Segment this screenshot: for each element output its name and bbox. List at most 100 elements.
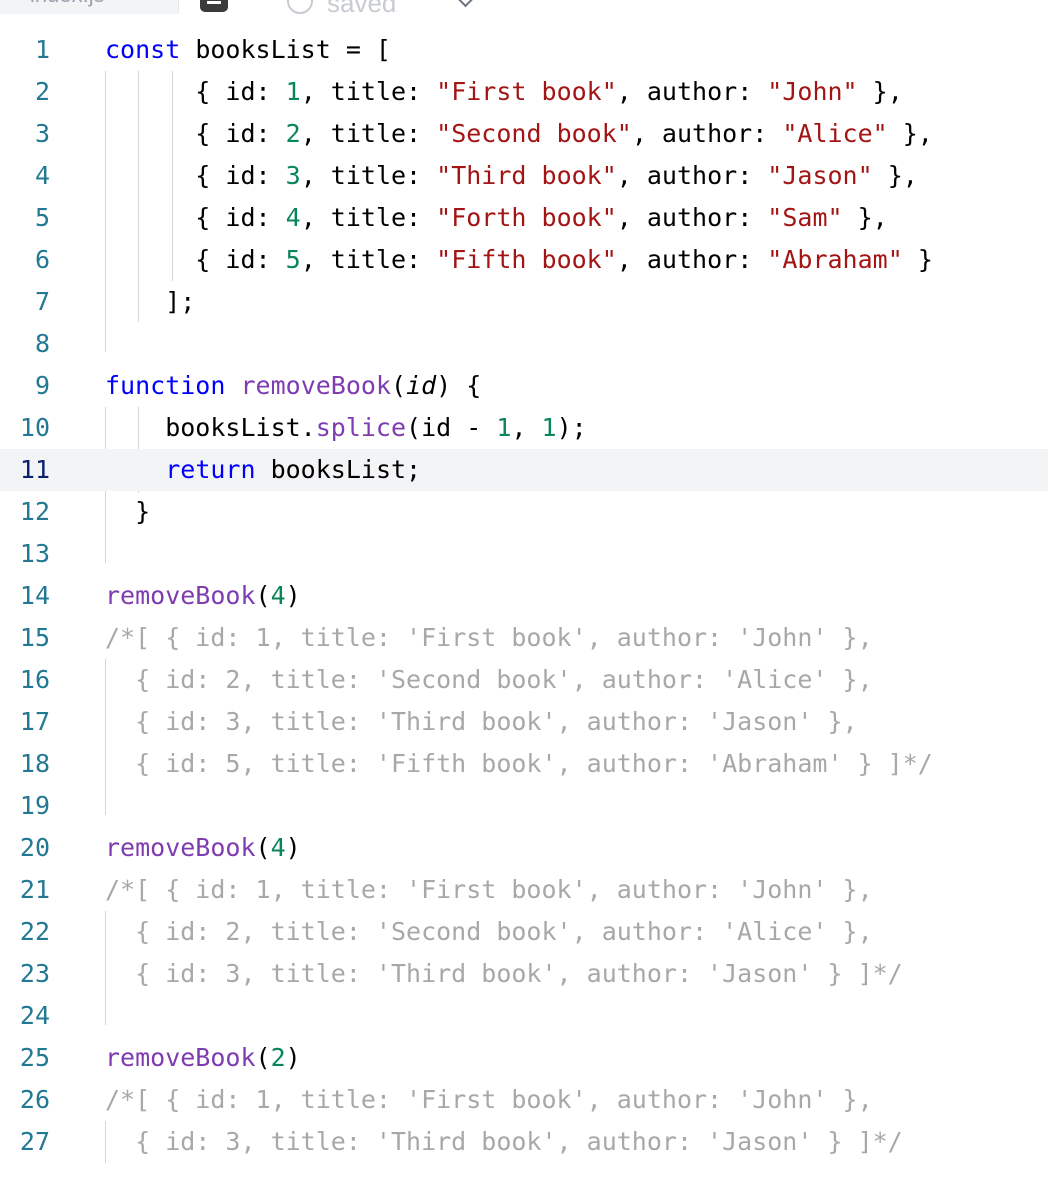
code-line[interactable]: 21 /*[ { id: 1, title: 'First book', auth… — [0, 869, 1048, 911]
code-token: { id: — [105, 245, 286, 274]
code-token: }, — [857, 77, 903, 106]
code-token: ) — [285, 833, 301, 862]
line-code: { id: 1, title: "First book", author: "J… — [105, 71, 903, 113]
code-line[interactable]: 27 { id: 3, title: 'Third book', author:… — [0, 1121, 1048, 1163]
code-token: removeBook — [105, 833, 256, 862]
code-token: "Second book" — [436, 119, 632, 148]
code-token: "Fifth book" — [436, 245, 617, 274]
code-line[interactable]: 18 { id: 5, title: 'Fifth book', author:… — [0, 743, 1048, 785]
code-line[interactable]: 19 — [0, 785, 1048, 827]
code-line[interactable]: 22 { id: 2, title: 'Second book', author… — [0, 911, 1048, 953]
code-token: "Jason" — [767, 161, 873, 190]
code-line[interactable]: 20 removeBook(4) — [0, 827, 1048, 869]
line-code: { id: 5, title: "Fifth book", author: "A… — [105, 239, 933, 281]
code-line[interactable]: 2 { id: 1, title: "First book", author: … — [0, 71, 1048, 113]
code-line[interactable]: 17 { id: 3, title: 'Third book', author:… — [0, 701, 1048, 743]
code-token: "Abraham" — [767, 245, 903, 274]
line-number: 7 — [34, 287, 50, 316]
code-line[interactable]: 14 removeBook(4) — [0, 575, 1048, 617]
code-token: { id: 3, title: 'Third book', author: 'J… — [105, 959, 903, 988]
line-code: { id: 3, title: 'Third book', author: 'J… — [105, 701, 858, 743]
code-token: 5 — [285, 245, 301, 274]
code-token: booksList. — [105, 413, 316, 442]
line-number: 3 — [34, 119, 50, 148]
code-token: ); — [556, 413, 587, 442]
code-token: "Forth book" — [436, 203, 617, 232]
chevron-down-icon[interactable] — [457, 0, 474, 8]
code-token: } — [105, 497, 151, 526]
code-token: , — [511, 413, 542, 442]
code-line[interactable]: 12 } — [0, 491, 1048, 533]
code-token: 4 — [270, 833, 286, 862]
line-number: 14 — [19, 581, 50, 610]
code-token: }, — [872, 161, 918, 190]
code-line[interactable]: 8 — [0, 323, 1048, 365]
code-line[interactable]: 23 { id: 3, title: 'Third book', author:… — [0, 953, 1048, 995]
code-token: { id: — [105, 119, 286, 148]
code-line[interactable]: 16 { id: 2, title: 'Second book', author… — [0, 659, 1048, 701]
code-line[interactable]: 6 { id: 5, title: "Fifth book", author: … — [0, 239, 1048, 281]
code-token: "John" — [767, 77, 858, 106]
file-tab-label: index.js — [30, 0, 105, 8]
code-token: booksList; — [255, 455, 422, 484]
line-number: 10 — [19, 413, 50, 442]
code-token: { id: 3, title: 'Third book', author: 'J… — [105, 707, 858, 736]
line-code: { id: 2, title: "Second book", author: "… — [105, 113, 933, 155]
code-token: , title: — [300, 245, 437, 274]
code-token: , title: — [300, 119, 437, 148]
line-code: removeBook(4) — [105, 827, 301, 869]
line-number: 12 — [19, 497, 50, 526]
code-editor[interactable]: 1 const booksList = [2 { id: 1, title: "F… — [0, 29, 1048, 1163]
line-code: ]; — [105, 281, 195, 323]
line-number: 1 — [34, 35, 50, 64]
code-token: const — [105, 35, 181, 64]
code-token: , author: — [616, 77, 768, 106]
code-token: removeBook — [105, 581, 256, 610]
code-token: splice — [315, 413, 407, 442]
code-token: { id: 2, title: 'Second book', author: '… — [105, 665, 873, 694]
line-code: return booksList; — [105, 449, 421, 491]
line-number: 24 — [19, 1001, 50, 1030]
line-number: 8 — [34, 329, 50, 358]
line-number: 9 — [34, 371, 50, 400]
code-token: removeBook — [105, 1043, 256, 1072]
code-token: "Alice" — [782, 119, 888, 148]
code-token: { id: 3, title: 'Third book', author: 'J… — [105, 1127, 903, 1156]
line-number: 22 — [19, 917, 50, 946]
code-line[interactable]: 9 function removeBook(id) { — [0, 365, 1048, 407]
code-token: ( — [255, 833, 271, 862]
line-code: /*[ { id: 1, title: 'First book', author… — [105, 869, 873, 911]
line-code: removeBook(4) — [105, 575, 301, 617]
code-token: ( — [255, 1043, 271, 1072]
code-token: 1 — [541, 413, 557, 442]
line-code: { id: 2, title: 'Second book', author: '… — [105, 911, 873, 953]
format-icon[interactable] — [200, 0, 228, 12]
code-line[interactable]: 1 const booksList = [ — [0, 29, 1048, 71]
file-tab[interactable]: index.js — [0, 0, 179, 14]
code-line[interactable]: 24 — [0, 995, 1048, 1037]
code-line[interactable]: 13 — [0, 533, 1048, 575]
code-line[interactable]: 10 booksList.splice(id - 1, 1); — [0, 407, 1048, 449]
line-number: 19 — [19, 791, 50, 820]
code-line[interactable]: 4 { id: 3, title: "Third book", author: … — [0, 155, 1048, 197]
code-token: function — [105, 371, 226, 400]
line-code: { id: 2, title: 'Second book', author: '… — [105, 659, 873, 701]
line-number: 26 — [19, 1085, 50, 1114]
line-code: /*[ { id: 1, title: 'First book', author… — [105, 1079, 873, 1121]
code-line[interactable]: 15 /*[ { id: 1, title: 'First book', auth… — [0, 617, 1048, 659]
code-line[interactable]: 5 { id: 4, title: "Forth book", author: … — [0, 197, 1048, 239]
code-token: }, — [887, 119, 933, 148]
line-number: 11 — [19, 455, 50, 484]
code-token: , author: — [616, 203, 768, 232]
code-line[interactable]: 7 ]; — [0, 281, 1048, 323]
code-token: 1 — [496, 413, 512, 442]
code-line[interactable]: 3 { id: 2, title: "Second book", author:… — [0, 113, 1048, 155]
code-token: removeBook — [240, 371, 391, 400]
code-token: /*[ { id: 1, title: 'First book', author… — [105, 1085, 873, 1114]
code-line[interactable]: 11 return booksList; — [0, 449, 1048, 491]
code-line[interactable]: 26 /*[ { id: 1, title: 'First book', auth… — [0, 1079, 1048, 1121]
line-number: 20 — [19, 833, 50, 862]
code-token: return — [165, 455, 256, 484]
code-token: (id - — [406, 413, 497, 442]
code-line[interactable]: 25 removeBook(2) — [0, 1037, 1048, 1079]
